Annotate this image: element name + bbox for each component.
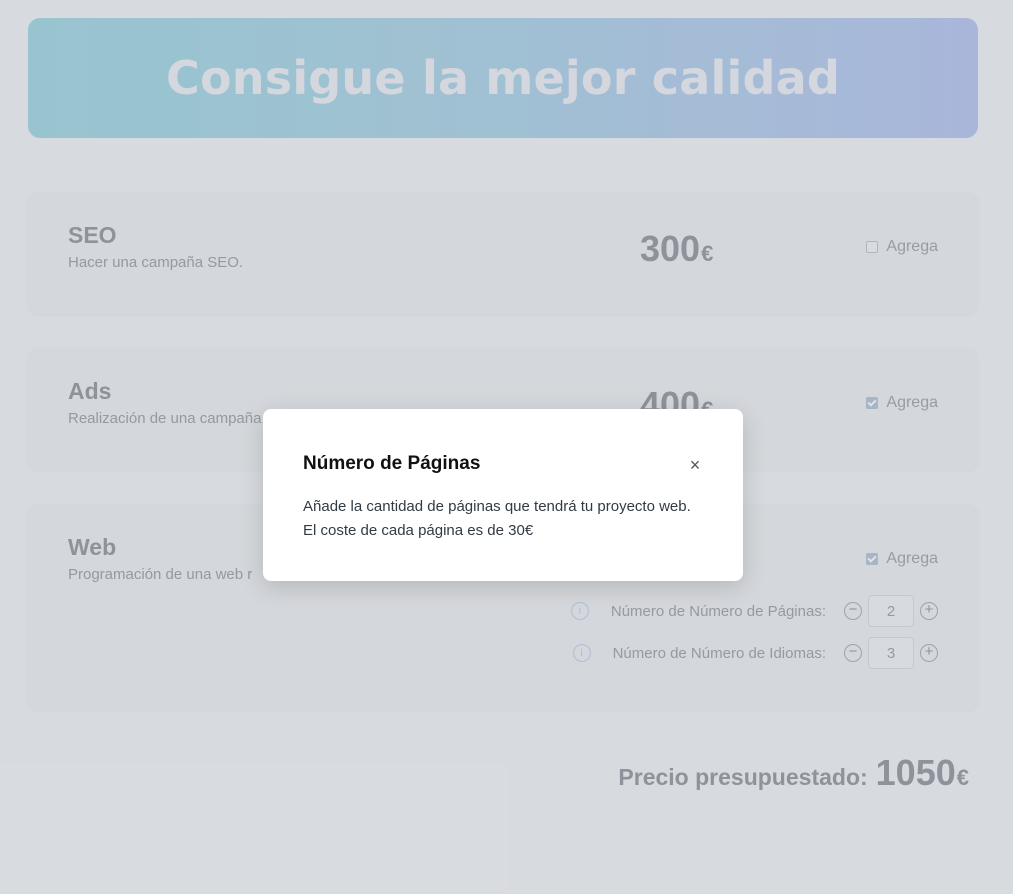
close-icon[interactable]: × xyxy=(687,456,703,474)
info-modal: Número de Páginas × Añade la cantidad de… xyxy=(263,409,743,581)
modal-title: Número de Páginas xyxy=(303,453,481,474)
modal-body: Añade la cantidad de páginas que tendrá … xyxy=(303,498,691,539)
